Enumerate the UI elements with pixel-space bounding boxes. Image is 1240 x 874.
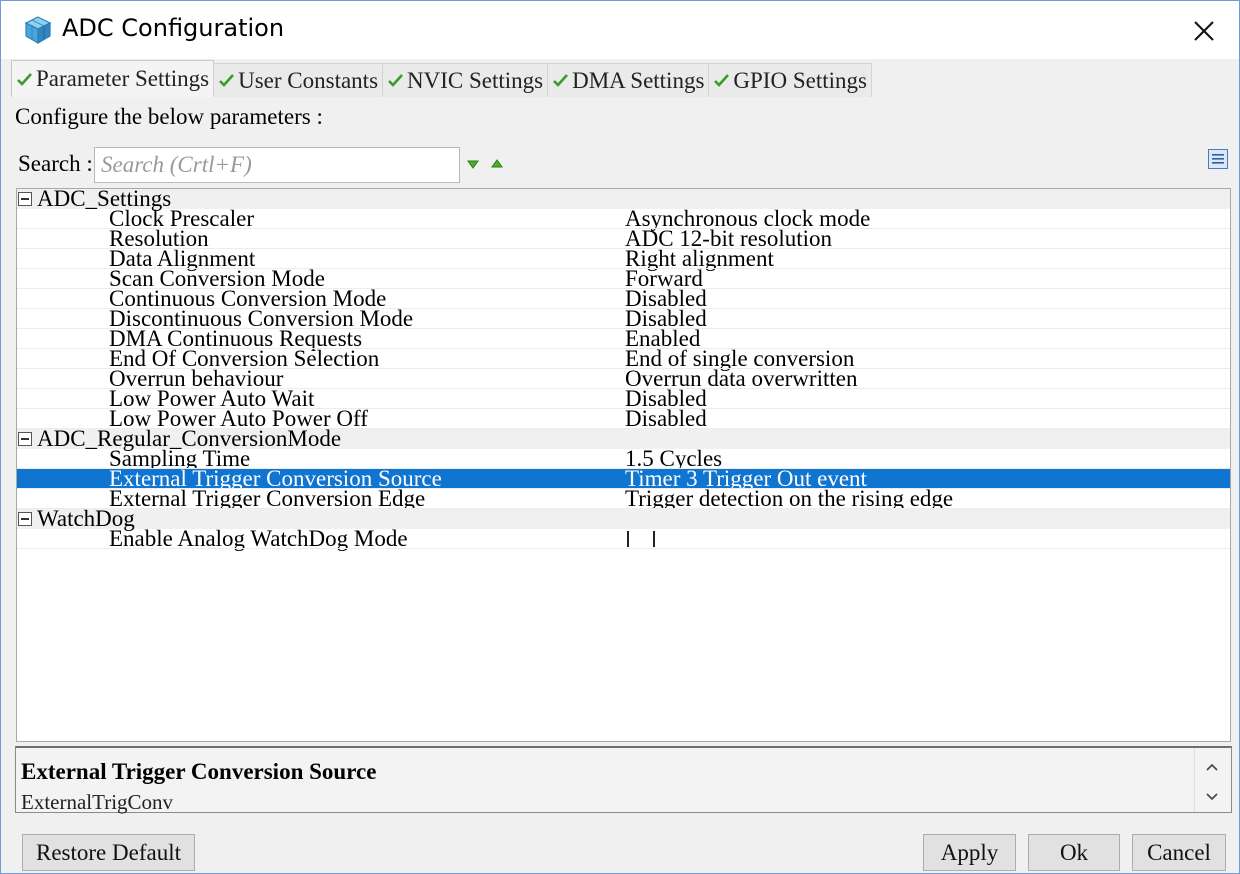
search-next-icon[interactable] <box>466 157 480 171</box>
close-button[interactable] <box>1181 13 1227 49</box>
tab-label: User Constants <box>238 67 379 93</box>
parameter-name: Enable Analog WatchDog Mode <box>109 526 408 551</box>
tab-dma-settings[interactable]: DMA Settings <box>547 63 710 97</box>
parameter-value[interactable]: Disabled <box>625 407 707 430</box>
parameter-row[interactable]: External Trigger Conversion Edge Trigger … <box>17 486 1230 511</box>
tab-bar: Parameter Settings User Constants NVIC S… <box>11 60 872 97</box>
list-view-icon[interactable] <box>1207 148 1229 170</box>
tab-gpio-settings[interactable]: GPIO Settings <box>708 63 872 97</box>
collapse-icon[interactable] <box>18 432 32 446</box>
check-icon <box>714 74 730 87</box>
ok-button[interactable]: Ok <box>1028 834 1120 871</box>
tab-label: GPIO Settings <box>733 67 867 93</box>
parameter-value[interactable]: Trigger detection on the rising edge <box>625 487 953 510</box>
cube-app-icon <box>24 16 52 45</box>
check-icon <box>388 74 403 87</box>
configure-label: Configure the below parameters : <box>15 104 323 129</box>
parameter-row[interactable]: Enable Analog WatchDog Mode <box>17 526 1230 551</box>
chevron-up-icon[interactable] <box>1205 762 1219 772</box>
check-icon <box>219 74 235 87</box>
search-input[interactable] <box>94 147 460 183</box>
parameter-checkbox[interactable] <box>627 531 655 547</box>
tab-user-constants[interactable]: User Constants <box>213 63 384 97</box>
apply-button[interactable]: Apply <box>923 834 1016 871</box>
description-scrollbar[interactable] <box>1194 748 1230 812</box>
collapse-icon[interactable] <box>18 192 32 206</box>
close-icon <box>1194 21 1214 41</box>
check-icon <box>553 74 569 87</box>
restore-default-button[interactable]: Restore Default <box>22 834 195 871</box>
window-title: ADC Configuration <box>62 14 285 42</box>
tab-label: DMA Settings <box>572 67 705 93</box>
row-divider <box>17 548 1230 549</box>
collapse-icon[interactable] <box>18 512 32 526</box>
description-panel: External Trigger Conversion Source Exter… <box>15 746 1232 814</box>
description-subtitle: ExternalTrigConv <box>21 790 174 814</box>
parameter-name: External Trigger Conversion Edge <box>109 486 426 511</box>
adc-configuration-dialog: ADC Configuration Parameter Settings Use… <box>0 0 1240 874</box>
tab-nvic-settings[interactable]: NVIC Settings <box>382 63 549 97</box>
tab-label: NVIC Settings <box>407 67 544 93</box>
chevron-down-icon[interactable] <box>1205 792 1219 802</box>
title-bar[interactable]: ADC Configuration <box>1 1 1239 59</box>
tab-label: Parameter Settings <box>36 66 210 91</box>
description-title: External Trigger Conversion Source <box>21 759 377 784</box>
check-icon <box>17 72 32 86</box>
tab-parameter-settings[interactable]: Parameter Settings <box>11 60 215 97</box>
cancel-button[interactable]: Cancel <box>1132 834 1226 871</box>
parameter-tree[interactable]: ADC_Settings Clock Prescaler Asynchronous … <box>16 188 1231 742</box>
search-previous-icon[interactable] <box>490 157 504 171</box>
search-label: Search : <box>18 151 93 176</box>
